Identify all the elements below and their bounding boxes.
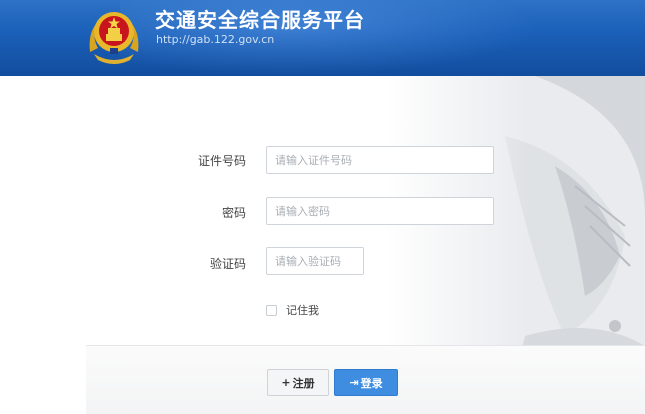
- remember-me-checkbox[interactable]: [266, 304, 277, 316]
- id-number-input[interactable]: [266, 146, 494, 174]
- register-button-label: 注册: [292, 376, 315, 390]
- remember-me[interactable]: 记住我: [266, 302, 319, 318]
- plus-icon: +: [281, 376, 291, 389]
- password-label: 密码: [221, 206, 246, 220]
- police-emblem-icon: [89, 12, 139, 64]
- register-button[interactable]: + 注册: [267, 369, 329, 396]
- site-header: 交通安全综合服务平台 http://gab.122.gov.cn: [0, 0, 645, 76]
- site-url: http://gab.122.gov.cn: [156, 33, 275, 46]
- password-input[interactable]: [266, 197, 494, 225]
- login-button[interactable]: ⇥ 登录: [334, 369, 398, 396]
- login-button-label: 登录: [360, 376, 383, 390]
- sign-in-icon: ⇥: [349, 376, 359, 389]
- remember-me-label: 记住我: [286, 304, 319, 317]
- id-number-label: 证件号码: [197, 154, 246, 168]
- captcha-input[interactable]: [266, 247, 364, 275]
- site-title: 交通安全综合服务平台: [155, 8, 365, 32]
- captcha-label: 验证码: [209, 257, 246, 271]
